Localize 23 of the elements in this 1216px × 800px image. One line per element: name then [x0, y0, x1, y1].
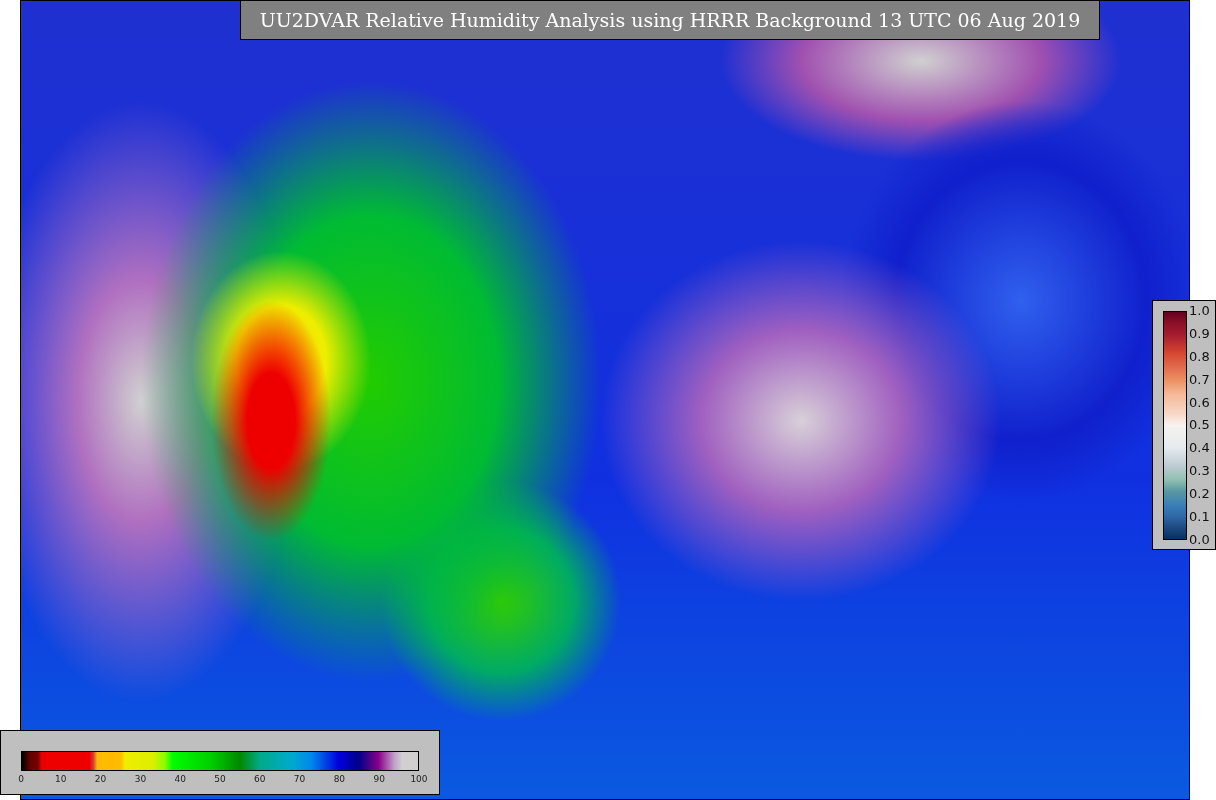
- tick-label: 0.9: [1189, 324, 1210, 343]
- tick-label: 1.0: [1189, 302, 1210, 320]
- tick-label: 0.0: [1189, 530, 1210, 549]
- tick-label: 90: [372, 773, 386, 786]
- tick-label: 0.7: [1189, 370, 1210, 389]
- tick-label: 100: [409, 773, 429, 786]
- tick-label: 0.8: [1189, 347, 1210, 366]
- tick-label: 0.1: [1189, 508, 1210, 526]
- tick-label: 0: [17, 773, 25, 786]
- tick-label: 0.6: [1189, 393, 1210, 412]
- tick-label: 0.4: [1189, 439, 1210, 458]
- tick-label: 50: [213, 773, 227, 786]
- tick-label: 0.3: [1189, 462, 1210, 481]
- tick-label: 0.5: [1189, 416, 1210, 435]
- tick-label: 70: [292, 773, 307, 786]
- tick-label: 30: [133, 773, 148, 786]
- tick-label: 10: [54, 773, 68, 786]
- tick-label: 60: [253, 773, 267, 786]
- tick-label: 0.2: [1189, 485, 1210, 504]
- tick-label: 20: [93, 773, 108, 786]
- tick-label: 80: [332, 773, 347, 786]
- tick-label: 40: [173, 773, 187, 786]
- chart-title: UU2DVAR Relative Humidity Analysis using HRRR Background 13 UTC 06 Aug 2019: [240, 0, 1100, 40]
